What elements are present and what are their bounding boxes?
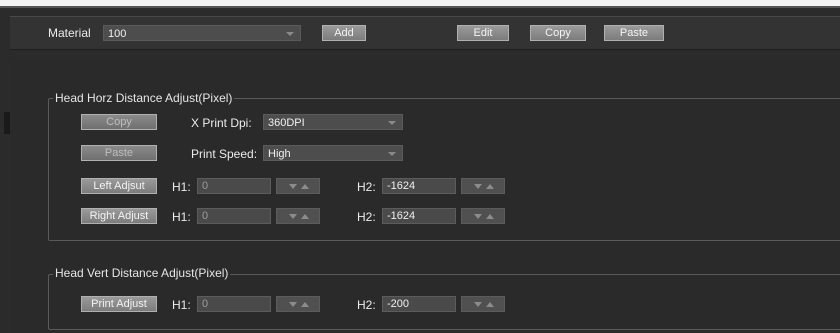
x-print-dpi-label: X Print Dpi: bbox=[191, 116, 252, 130]
left-h2-field[interactable]: -1624 bbox=[382, 178, 456, 194]
print-adjust-button[interactable]: Print Adjust bbox=[81, 296, 157, 312]
vert-h1-label: H1: bbox=[172, 298, 191, 312]
print-speed-value: High bbox=[268, 148, 291, 160]
window-top-edge bbox=[0, 0, 840, 8]
chevron-down-icon bbox=[388, 152, 396, 156]
print-speed-label: Print Speed: bbox=[191, 147, 258, 161]
material-label: Material bbox=[48, 26, 91, 40]
top-divider bbox=[0, 6, 840, 8]
left-h1-field[interactable]: 0 bbox=[197, 178, 271, 194]
copy-button[interactable]: Copy bbox=[530, 25, 586, 41]
left-h2-stepper[interactable] bbox=[461, 178, 505, 194]
horz-paste-button[interactable]: Paste bbox=[81, 145, 157, 161]
right-h1-stepper[interactable] bbox=[276, 208, 320, 224]
left-edge-marker bbox=[4, 112, 10, 134]
paste-button[interactable]: Paste bbox=[604, 25, 664, 41]
vert-h2-field[interactable]: -200 bbox=[382, 296, 456, 312]
chevron-down-icon bbox=[286, 32, 294, 36]
arrow-up-icon[interactable] bbox=[486, 184, 494, 189]
right-h2-field[interactable]: -1624 bbox=[382, 208, 456, 224]
arrow-up-icon[interactable] bbox=[486, 302, 494, 307]
vert-h2-label: H2: bbox=[357, 298, 376, 312]
material-toolbar: Material 100 Add Edit Copy Paste bbox=[10, 16, 840, 50]
left-h1-label: H1: bbox=[172, 180, 191, 194]
right-h1-label: H1: bbox=[172, 210, 191, 224]
head-horz-group-title: Head Horz Distance Adjust(Pixel) bbox=[53, 91, 235, 105]
arrow-down-icon[interactable] bbox=[474, 302, 482, 307]
left-h2-label: H2: bbox=[357, 180, 376, 194]
x-print-dpi-value: 360DPI bbox=[268, 117, 305, 129]
right-h2-stepper[interactable] bbox=[461, 208, 505, 224]
print-speed-select[interactable]: High bbox=[263, 145, 403, 161]
left-adjust-button[interactable]: Left Adjsut bbox=[81, 178, 157, 194]
material-select-value: 100 bbox=[108, 28, 127, 40]
arrow-up-icon[interactable] bbox=[301, 214, 309, 219]
arrow-up-icon[interactable] bbox=[301, 184, 309, 189]
x-print-dpi-select[interactable]: 360DPI bbox=[263, 114, 403, 130]
right-h2-label: H2: bbox=[357, 210, 376, 224]
right-adjust-button[interactable]: Right Adjust bbox=[81, 208, 157, 224]
arrow-down-icon[interactable] bbox=[289, 302, 297, 307]
vert-h2-stepper[interactable] bbox=[461, 296, 505, 312]
chevron-down-icon bbox=[388, 121, 396, 125]
horz-copy-button[interactable]: Copy bbox=[81, 114, 157, 130]
right-h1-field[interactable]: 0 bbox=[197, 208, 271, 224]
head-vert-group-title: Head Vert Distance Adjust(Pixel) bbox=[53, 266, 231, 280]
arrow-down-icon[interactable] bbox=[474, 214, 482, 219]
arrow-up-icon[interactable] bbox=[301, 302, 309, 307]
arrow-down-icon[interactable] bbox=[289, 184, 297, 189]
arrow-down-icon[interactable] bbox=[474, 184, 482, 189]
material-select[interactable]: 100 bbox=[103, 25, 301, 41]
edit-button[interactable]: Edit bbox=[457, 25, 509, 41]
arrow-down-icon[interactable] bbox=[289, 214, 297, 219]
vert-h1-stepper[interactable] bbox=[276, 296, 320, 312]
vert-h1-field[interactable]: 0 bbox=[197, 296, 271, 312]
arrow-up-icon[interactable] bbox=[486, 214, 494, 219]
add-button[interactable]: Add bbox=[322, 25, 366, 41]
left-h1-stepper[interactable] bbox=[276, 178, 320, 194]
